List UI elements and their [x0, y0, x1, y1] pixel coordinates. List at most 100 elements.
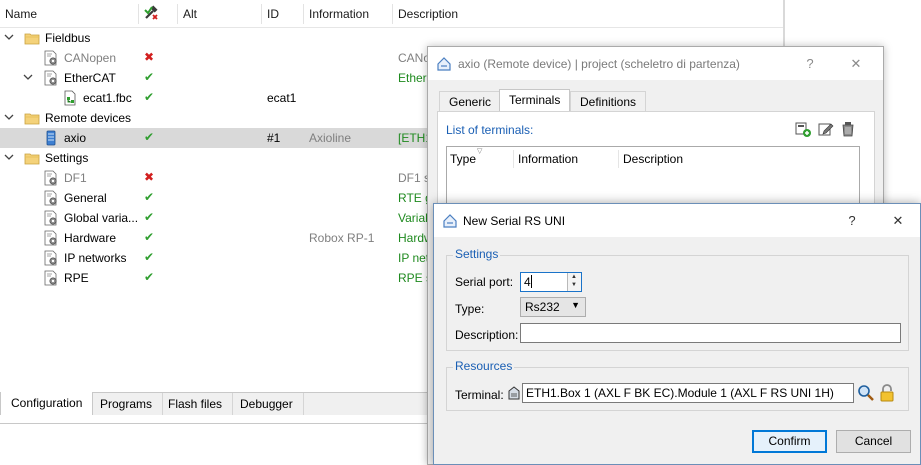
column-name[interactable]: Name — [5, 7, 37, 21]
column-separator[interactable] — [303, 4, 304, 24]
search-icon[interactable] — [857, 384, 875, 402]
tab-generic[interactable]: Generic — [439, 91, 502, 111]
chevron-down-icon[interactable] — [4, 112, 14, 122]
check-icon: ✔ — [144, 70, 155, 84]
column-separator[interactable] — [618, 150, 619, 168]
spin-down-icon[interactable]: ▼ — [571, 282, 577, 288]
chevron-down-icon: ▼ — [571, 300, 580, 310]
resources-group-label: Resources — [453, 359, 515, 373]
tree-item-label: EtherCAT — [64, 71, 116, 85]
column-description[interactable]: Description — [398, 7, 458, 21]
serial-port-value[interactable]: 4 — [524, 275, 531, 289]
column-alt[interactable]: Alt — [183, 7, 197, 21]
column-separator[interactable] — [392, 4, 393, 24]
help-button[interactable]: ? — [832, 204, 872, 237]
bottom-tab-bar: Configuration Programs Flash files Debug… — [0, 392, 455, 415]
chevron-down-icon[interactable] — [4, 152, 14, 162]
tree-item-label: ecat1.fbc — [83, 91, 132, 105]
fieldbus-file-icon — [62, 90, 78, 106]
config-icon — [43, 170, 59, 186]
tree-item-information: Axioline — [309, 131, 352, 145]
folder-icon — [24, 30, 40, 46]
config-icon — [43, 270, 59, 286]
column-id[interactable]: ID — [267, 7, 279, 21]
tree-item-label: Fieldbus — [45, 31, 91, 45]
config-icon — [43, 70, 59, 86]
remote-dialog-title: axio (Remote device) | project (scheletr… — [458, 57, 740, 71]
check-icon: ✔ — [144, 90, 155, 104]
tree-item-label: General — [64, 191, 107, 205]
error-icon: ✖ — [144, 170, 155, 184]
check-icon: ✔ — [144, 190, 155, 204]
tree-row[interactable]: Fieldbus — [0, 28, 784, 48]
check-icon: ✔ — [144, 230, 155, 244]
column-separator[interactable] — [138, 4, 139, 24]
settings-group: Settings Serial port: 4 ▲ ▼ Type: Rs232 … — [446, 247, 909, 351]
folder-icon — [24, 150, 40, 166]
serial-dialog-titlebar[interactable]: New Serial RS UNI ? ✕ — [434, 204, 920, 237]
cancel-button[interactable]: Cancel — [836, 430, 911, 453]
tree-item-description: IP net — [398, 251, 430, 265]
spin-up-icon[interactable]: ▲ — [571, 274, 577, 280]
dialog-app-icon — [436, 56, 452, 72]
error-icon: ✖ — [144, 50, 155, 64]
terminals-list-label: List of terminals: — [446, 123, 534, 137]
tab-debugger[interactable]: Debugger — [230, 393, 304, 415]
serial-port-label: Serial port: — [455, 275, 514, 289]
tree-item-label: DF1 — [64, 171, 87, 185]
type-select[interactable]: Rs232 ▼ — [520, 297, 586, 317]
device-icon — [43, 130, 59, 146]
column-information[interactable]: Information — [518, 152, 578, 166]
config-icon — [43, 190, 59, 206]
terminal-type-icon — [507, 385, 521, 401]
tree-item-label: Settings — [45, 151, 89, 165]
description-field[interactable] — [520, 323, 901, 343]
tab-configuration[interactable]: Configuration — [0, 392, 94, 415]
add-terminal-icon[interactable] — [795, 121, 811, 137]
tree-item-information: Robox RP-1 — [309, 231, 375, 245]
config-icon — [43, 50, 59, 66]
spin-buttons[interactable]: ▲ ▼ — [567, 273, 581, 291]
close-button[interactable]: ✕ — [836, 47, 876, 80]
hammer-check-icon[interactable] — [143, 5, 159, 21]
lock-icon[interactable] — [878, 384, 896, 402]
edit-terminal-icon[interactable] — [818, 121, 834, 137]
column-type[interactable]: Type — [450, 152, 476, 166]
tree-item-label: IP networks — [64, 251, 127, 265]
remote-dialog-titlebar[interactable]: axio (Remote device) | project (scheletr… — [428, 47, 883, 80]
tree-header: Name Alt ID Information Description — [0, 0, 784, 28]
column-description[interactable]: Description — [623, 152, 683, 166]
serial-dialog-title: New Serial RS UNI — [463, 214, 566, 228]
check-icon: ✔ — [144, 130, 155, 144]
config-icon — [43, 250, 59, 266]
terminal-field[interactable]: ETH1.Box 1 (AXL F BK EC).Module 1 (AXL F… — [522, 383, 854, 403]
tree-item-id: #1 — [267, 131, 281, 145]
type-select-value: Rs232 — [525, 300, 560, 314]
help-button[interactable]: ? — [790, 47, 830, 80]
tree-item-label: CANopen — [64, 51, 117, 65]
tree-item-id: ecat1 — [267, 91, 297, 105]
delete-terminal-icon[interactable] — [840, 121, 856, 137]
confirm-button[interactable]: Confirm — [752, 430, 827, 453]
column-separator[interactable] — [513, 150, 514, 168]
chevron-down-icon[interactable] — [23, 72, 33, 82]
sort-indicator-icon: ▽ — [477, 148, 483, 155]
chevron-down-icon[interactable] — [4, 32, 14, 42]
column-information[interactable]: Information — [309, 7, 369, 21]
tab-definitions[interactable]: Definitions — [570, 91, 647, 111]
serial-port-stepper[interactable]: 4 ▲ ▼ — [520, 272, 582, 292]
new-serial-dialog: New Serial RS UNI ? ✕ Settings Serial po… — [433, 203, 921, 465]
column-separator[interactable] — [261, 4, 262, 24]
tree-item-label: Hardware — [64, 231, 117, 245]
tree-item-label: Global varia... — [64, 211, 139, 225]
terminal-label: Terminal: — [455, 388, 504, 402]
dialog-app-icon — [442, 213, 458, 229]
column-separator[interactable] — [177, 4, 178, 24]
close-button[interactable]: ✕ — [878, 204, 918, 237]
app-window: Name Alt ID Information Description Fiel… — [0, 0, 921, 465]
tab-flash-files[interactable]: Flash files — [158, 393, 234, 415]
tree-item-label: RPE — [64, 271, 89, 285]
tab-terminals[interactable]: Terminals — [499, 89, 571, 112]
tree-item-label: Remote devices — [45, 111, 132, 125]
tab-programs[interactable]: Programs — [90, 393, 164, 415]
